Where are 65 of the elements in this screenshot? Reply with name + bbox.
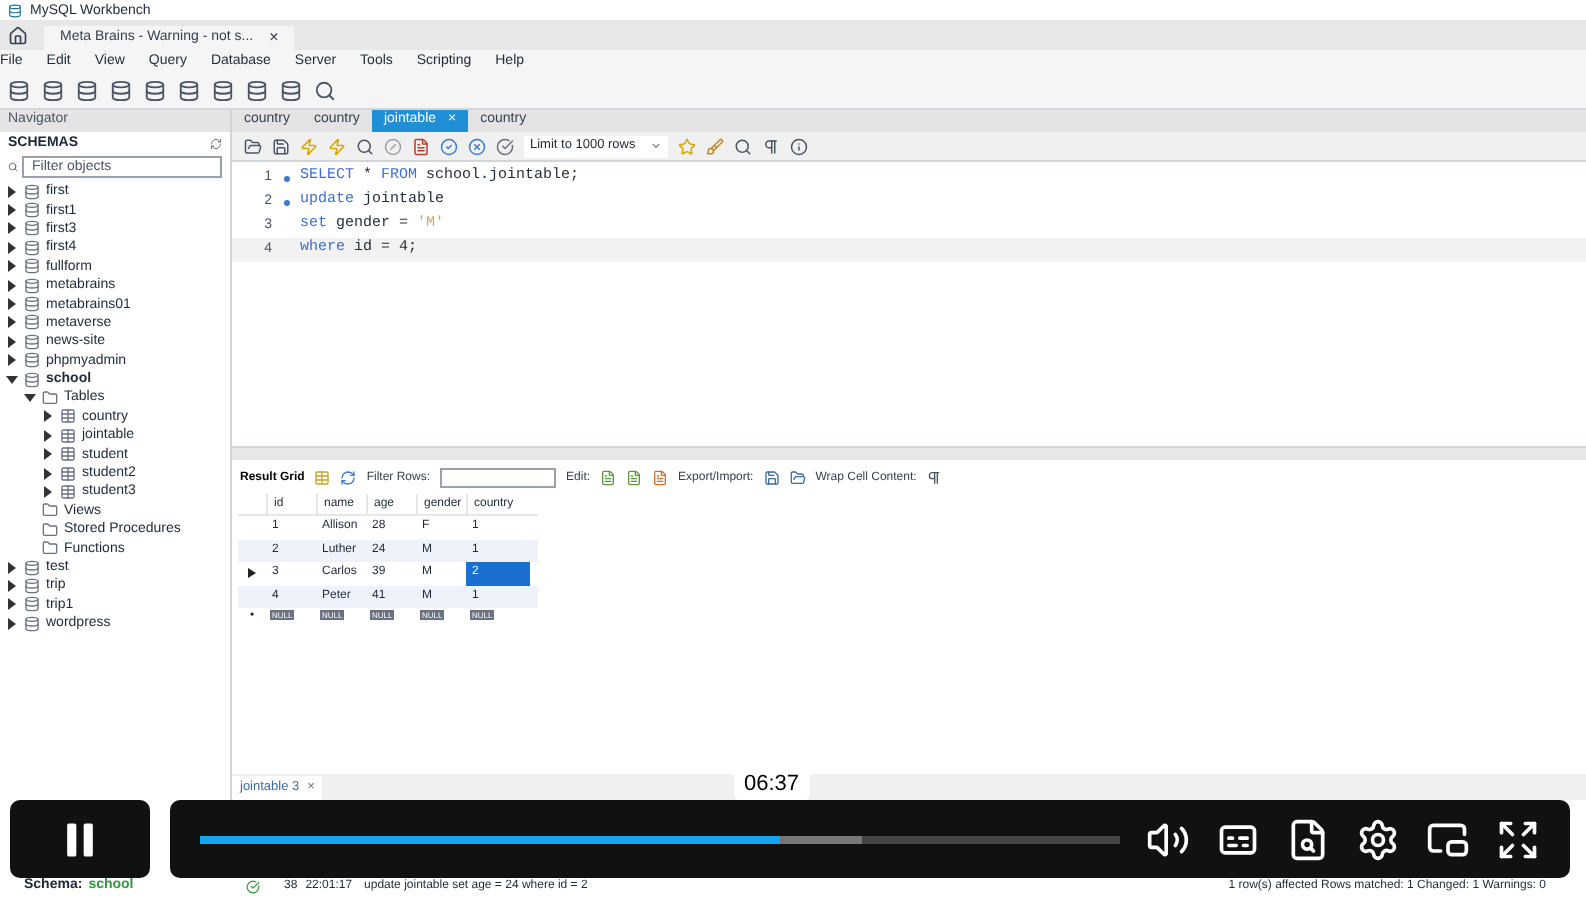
expand-arrow-icon[interactable]: [6, 260, 18, 273]
brush-icon[interactable]: [706, 137, 724, 155]
star-icon[interactable]: [678, 137, 696, 155]
expand-arrow-icon[interactable]: [6, 279, 18, 292]
folder-icon: [42, 389, 58, 406]
expand-arrow-icon[interactable]: [6, 316, 18, 329]
database-tool-icon[interactable]: [246, 80, 268, 102]
expand-arrow-icon[interactable]: [42, 467, 54, 480]
export-icon[interactable]: [763, 470, 780, 486]
expand-arrow-icon[interactable]: [6, 241, 18, 254]
expand-arrow-icon[interactable]: [6, 298, 18, 311]
database-tool-icon[interactable]: [280, 80, 302, 102]
refresh-icon[interactable]: [210, 138, 222, 150]
folder-icon[interactable]: [244, 137, 262, 155]
paragraph-icon[interactable]: [762, 137, 780, 155]
expand-arrow-icon[interactable]: [6, 204, 18, 217]
database-tool-icon[interactable]: [76, 80, 98, 102]
x-circle-icon[interactable]: [468, 137, 486, 155]
current-row-icon: [248, 568, 256, 579]
refresh-icon[interactable]: [340, 470, 357, 486]
expand-arrow-icon[interactable]: [42, 429, 54, 442]
edit-row-icon[interactable]: [600, 470, 617, 486]
time-tooltip: 06:37: [734, 768, 810, 800]
expand-arrow-icon[interactable]: [6, 561, 18, 573]
progress-track[interactable]: [200, 835, 1120, 843]
search-icon[interactable]: [314, 80, 336, 102]
check-circle-icon[interactable]: [440, 137, 458, 155]
settings-icon[interactable]: [1356, 817, 1400, 861]
expand-arrow-icon[interactable]: [6, 617, 18, 630]
magnifier-icon[interactable]: [356, 137, 374, 155]
pause-button[interactable]: [10, 800, 150, 878]
database-tool-icon[interactable]: [212, 80, 234, 102]
database-tool-icon[interactable]: [144, 80, 166, 102]
success-icon: [246, 879, 260, 893]
database-tool-icon[interactable]: [178, 80, 200, 102]
database-tool-icon[interactable]: [8, 80, 30, 102]
database-tool-icon[interactable]: [110, 80, 132, 102]
caret-icon: [650, 140, 662, 152]
expand-arrow-icon[interactable]: [42, 485, 54, 498]
expand-arrow-icon[interactable]: [24, 391, 36, 404]
wrap-icon[interactable]: [926, 470, 943, 486]
info-icon[interactable]: [790, 137, 808, 155]
expand-arrow-icon[interactable]: [6, 185, 18, 198]
expand-arrow-icon[interactable]: [42, 410, 54, 423]
expand-arrow-icon[interactable]: [6, 335, 18, 348]
expand-arrow-icon[interactable]: [6, 579, 18, 592]
close-icon[interactable]: ×: [269, 26, 279, 50]
save-icon[interactable]: [272, 137, 290, 155]
expand-arrow-icon[interactable]: [6, 354, 18, 367]
transcript-icon[interactable]: [1286, 817, 1330, 861]
expand-arrow-icon[interactable]: [6, 598, 18, 611]
expand-arrow-icon[interactable]: [6, 222, 18, 235]
app-icon: [8, 3, 22, 17]
search-icon[interactable]: [734, 137, 752, 155]
document-icon[interactable]: [412, 137, 430, 155]
home-icon[interactable]: [8, 26, 28, 46]
add-row-icon[interactable]: [626, 470, 643, 486]
database-tool-icon[interactable]: [42, 80, 64, 102]
expand-arrow-icon[interactable]: [42, 448, 54, 461]
fullscreen-icon[interactable]: [1496, 817, 1540, 861]
search-icon: [8, 160, 18, 174]
expand-arrow-icon[interactable]: [6, 373, 18, 386]
filter-rows-field[interactable]: [440, 468, 557, 488]
delete-row-icon[interactable]: [652, 470, 669, 486]
import-icon[interactable]: [789, 470, 806, 486]
